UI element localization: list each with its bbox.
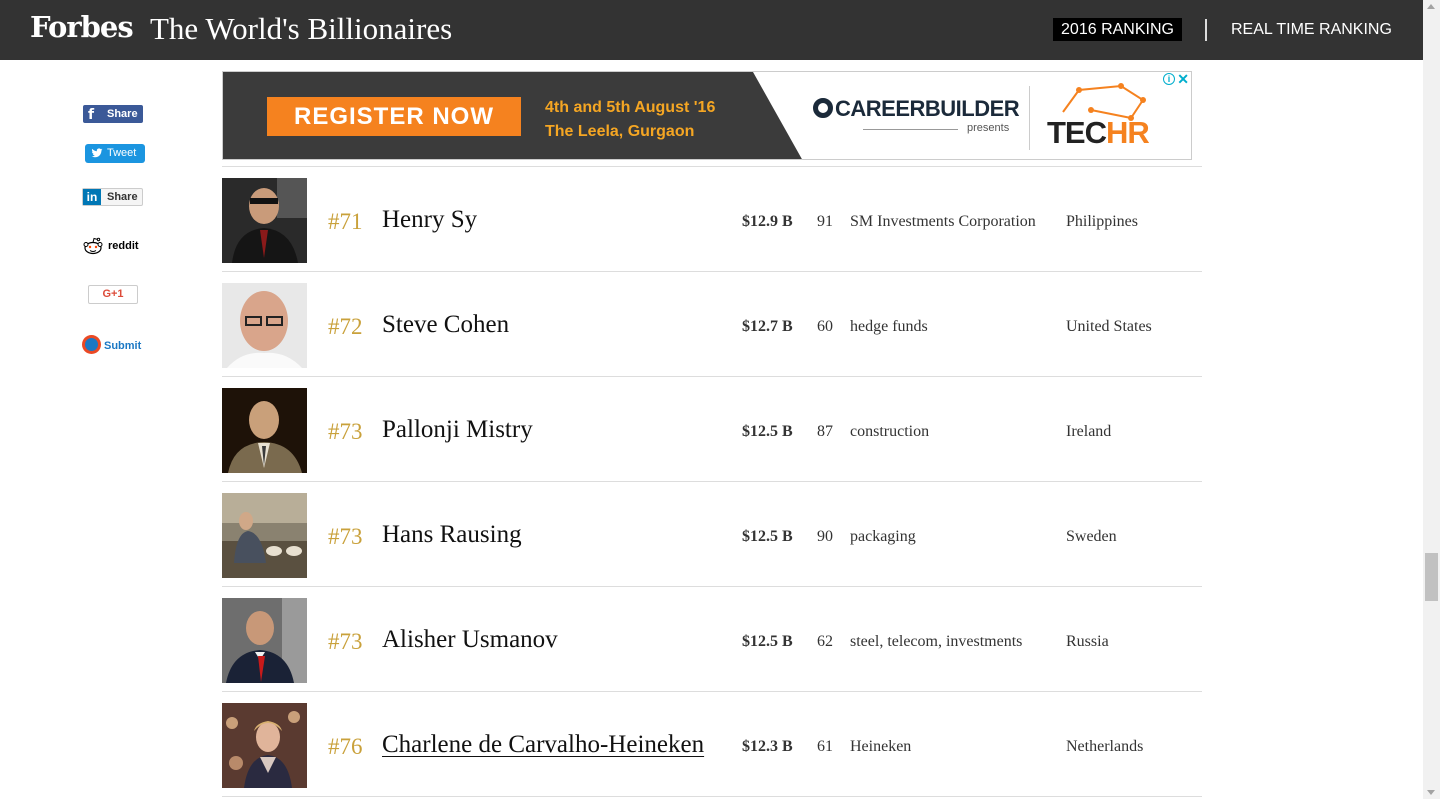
top-nav-bar: Forbes The World's Billionaires 2016 RAN… [0, 0, 1423, 60]
country: Sweden [1066, 528, 1117, 545]
ad-date-line: 4th and 5th August '16 [545, 99, 716, 116]
wealth-source: hedge funds [850, 318, 928, 335]
ad-rule [863, 129, 958, 130]
billionaire-row[interactable]: #72 Steve Cohen $12.7 B 60 hedge funds U… [222, 272, 1202, 377]
net-worth: $12.5 B [742, 528, 793, 545]
linkedin-icon: in [83, 189, 101, 205]
reddit-label: reddit [108, 240, 139, 252]
ad-venue-line: The Leela, Gurgaon [545, 123, 695, 140]
twitter-tweet-button[interactable]: Tweet [85, 144, 145, 163]
billionaire-photo[interactable] [222, 388, 307, 473]
facebook-share-button[interactable]: f Share [83, 105, 143, 123]
country: United States [1066, 318, 1152, 335]
reddit-icon [83, 237, 103, 255]
vertical-scrollbar[interactable] [1423, 0, 1440, 799]
stumbleupon-label: Submit [104, 340, 142, 352]
stumbleupon-submit-button[interactable]: Submit [82, 335, 147, 355]
linkedin-share-button[interactable]: in Share [82, 188, 143, 206]
billionaire-name-link[interactable]: Charlene de Carvalho-Heineken [382, 731, 704, 759]
reddit-share-button[interactable]: reddit [83, 236, 143, 256]
country: Russia [1066, 633, 1109, 650]
careerbuilder-c-icon [813, 98, 833, 118]
google-plus-button[interactable]: G+1 [88, 285, 138, 304]
billionaire-name-link[interactable]: Pallonji Mistry [382, 416, 533, 444]
tab-real-time-ranking[interactable]: REAL TIME RANKING [1231, 21, 1392, 39]
age: 60 [817, 318, 833, 335]
register-now-button[interactable]: REGISTER NOW [267, 97, 521, 136]
techr-prefix: TEC [1047, 115, 1107, 150]
country: Ireland [1066, 423, 1112, 440]
age: 62 [817, 633, 833, 650]
tab-2016-ranking[interactable]: 2016 RANKING [1053, 18, 1182, 41]
billionaire-name-link[interactable]: Henry Sy [382, 206, 477, 234]
ad-info-icon[interactable]: i [1163, 73, 1175, 85]
rank: #76 [328, 734, 363, 759]
ad-divider [1029, 86, 1030, 150]
net-worth: $12.5 B [742, 423, 793, 440]
ad-event-date: 4th and 5th August '16 The Leela, Gurgao… [545, 96, 715, 144]
billionaire-photo[interactable] [222, 493, 307, 578]
nav-divider [1205, 19, 1207, 41]
billionaire-photo[interactable] [222, 703, 307, 788]
billionaire-photo[interactable] [222, 283, 307, 368]
billionaire-row[interactable]: #73 Alisher Usmanov $12.5 B 62 steel, te… [222, 587, 1202, 692]
wealth-source: SM Investments Corporation [850, 213, 1036, 230]
rank: #73 [328, 629, 363, 654]
net-worth: $12.7 B [742, 318, 793, 335]
careerbuilder-logo: CAREERBUILDER [813, 96, 1020, 122]
ad-controls: i ✕ [1161, 72, 1191, 87]
careerbuilder-brand: CAREERBUILDER [835, 96, 1020, 121]
net-worth: $12.9 B [742, 213, 793, 230]
age: 61 [817, 738, 833, 755]
facebook-icon: f [88, 107, 95, 123]
twitter-tweet-label: Tweet [107, 147, 137, 159]
rank: #73 [328, 524, 363, 549]
scroll-up-arrow-icon[interactable] [1427, 4, 1435, 9]
billionaire-name-link[interactable]: Alisher Usmanov [382, 626, 558, 654]
techr-suffix: HR [1106, 115, 1150, 150]
rank: #73 [328, 419, 363, 444]
wealth-source: construction [850, 423, 930, 440]
age: 87 [817, 423, 833, 440]
billionaire-photo[interactable] [222, 598, 307, 683]
billionaire-name-link[interactable]: Hans Rausing [382, 521, 522, 549]
ad-close-icon[interactable]: ✕ [1177, 72, 1189, 88]
ad-presents-text: presents [967, 122, 1010, 134]
scrollbar-thumb[interactable] [1425, 553, 1438, 601]
page-title[interactable]: The World's Billionaires [150, 11, 452, 47]
net-worth: $12.3 B [742, 738, 793, 755]
facebook-share-label: Share [107, 108, 138, 120]
stumbleupon-icon [82, 335, 101, 354]
advertisement-banner[interactable]: REGISTER NOW 4th and 5th August '16 The … [222, 71, 1192, 160]
billionaire-row[interactable]: #71 Henry Sy $12.9 B 91 SM Investments C… [222, 167, 1202, 272]
linkedin-share-label: Share [107, 191, 138, 203]
billionaire-photo[interactable] [222, 178, 307, 263]
country: Philippines [1066, 213, 1139, 230]
age: 90 [817, 528, 833, 545]
net-worth: $12.5 B [742, 633, 793, 650]
billionaire-name-link[interactable]: Steve Cohen [382, 311, 509, 339]
wealth-source: Heineken [850, 738, 912, 755]
country: Netherlands [1066, 738, 1144, 755]
techr-logo: TECHR [1047, 115, 1150, 151]
age: 91 [817, 213, 833, 230]
billionaire-row[interactable]: #73 Pallonji Mistry $12.5 B 87 construct… [222, 377, 1202, 482]
rank: #72 [328, 314, 363, 339]
billionaire-row[interactable]: #76 Charlene de Carvalho-Heineken $12.3 … [222, 692, 1202, 797]
wealth-source: packaging [850, 528, 916, 545]
twitter-icon [91, 148, 103, 158]
forbes-logo[interactable]: Forbes [30, 10, 134, 44]
rank: #71 [328, 209, 363, 234]
wealth-source: steel, telecom, investments [850, 633, 1023, 650]
scroll-down-arrow-icon[interactable] [1427, 790, 1435, 795]
billionaire-row[interactable]: #73 Hans Rausing $12.5 B 90 packaging Sw… [222, 482, 1202, 587]
